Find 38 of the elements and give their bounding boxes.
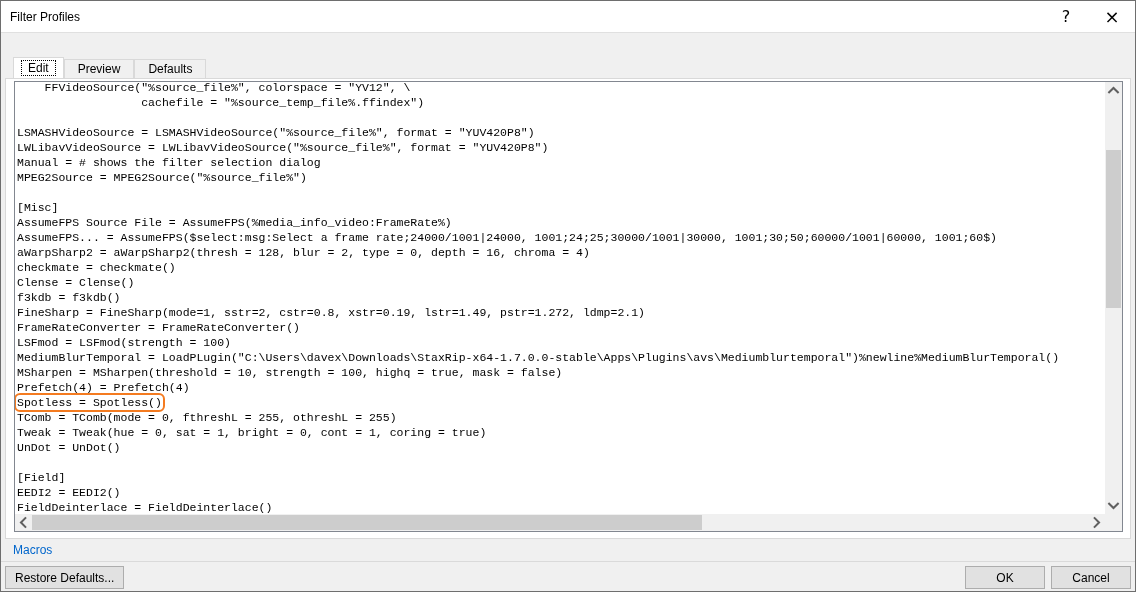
macros-link[interactable]: Macros: [13, 543, 53, 557]
ok-button[interactable]: OK: [965, 566, 1045, 589]
code-line: UnDot = UnDot(): [17, 441, 121, 454]
code-line: f3kdb = f3kdb(): [17, 291, 121, 304]
code-line: [Misc]: [17, 201, 59, 214]
code-line: Tweak = Tweak(hue = 0, sat = 1, bright = 0, cont = 1, coring = true): [17, 426, 487, 439]
cancel-button[interactable]: Cancel: [1051, 566, 1131, 589]
code-line: TComb = TComb(mode = 0, fthreshL = 255, othreshL = 255): [17, 411, 397, 424]
code-line: checkmate = checkmate(): [17, 261, 176, 274]
code-line: Spotless = Spotless(): [17, 396, 162, 409]
window-title: Filter Profiles: [10, 9, 80, 24]
code-line: AssumeFPS Source File = AssumeFPS(%media_info_video:FrameRate%): [17, 216, 452, 229]
code-line: FineSharp = FineSharp(mode=1, sstr=2, cstr=0.8, xstr=0.19, lstr=1.49, pstr=1.272, ldmp=2.1): [17, 306, 645, 319]
code-line: Clense = Clense(): [17, 276, 135, 289]
tab[interactable]: Preview: [63, 59, 135, 78]
code-line: MPEG2Source = MPEG2Source("%source_file%"): [17, 171, 307, 184]
scrollbar-thumb[interactable]: [32, 515, 702, 530]
code-line: MediumBlurTemporal = LoadPLugin("C:\Users\davex\Downloads\StaxRip-x64-1.7.0.0-stable\Apps\Plugins\avs\Mediumblurtemporal")%newline%MediumBlurTemporal(): [17, 351, 1060, 364]
tab[interactable]: Edit: [13, 57, 64, 78]
code-line: cachefile = "%source_temp_file%.ffindex"): [140, 96, 425, 109]
code-line: FFVideoSource("%source_file%", colorspace = "YV12", \: [43, 82, 411, 94]
vertical-scrollbar[interactable]: [1105, 82, 1122, 514]
code-line: EEDI2 = EEDI2(): [17, 486, 121, 499]
scrollbar-thumb[interactable]: [1106, 150, 1121, 308]
restore-defaults-button[interactable]: Restore Defaults...: [5, 566, 125, 589]
code-line: FrameRateConverter = FrameRateConverter(): [17, 321, 300, 334]
code-line: LWLibavVideoSource = LWLibavVideoSource("%source_file%", format = "YUV420P8"): [17, 141, 549, 154]
horizontal-scrollbar[interactable]: [15, 514, 1122, 531]
code-line: LSFmod = LSFmod(strength = 100): [17, 336, 231, 349]
code-line: MSharpen = MSharpen(threshold = 10, strength = 100, highq = true, mask = false): [17, 366, 563, 379]
code-line: aWarpSharp2 = aWarpSharp2(thresh = 128, blur = 2, type = 0, depth = 16, chroma = 4): [17, 246, 590, 259]
code-line: FieldDeinterlace = FieldDeinterlace(): [17, 501, 273, 514]
code-line: Manual = # shows the filter selection dialog: [17, 156, 321, 169]
code-line: LSMASHVideoSource = LSMASHVideoSource("%source_file%", format = "YUV420P8"): [17, 126, 535, 139]
tab[interactable]: Defaults: [134, 59, 207, 78]
code-line: Prefetch(4) = Prefetch(4): [17, 381, 190, 394]
code-line: [Field]: [17, 471, 66, 484]
code-line: AssumeFPS... = AssumeFPS($select:msg:Select a frame rate;24000/1001|24000, 1001;24;25;30000/1001|30000, 1001;30;50;60000/1001|60000, 1001;60$): [17, 231, 997, 244]
